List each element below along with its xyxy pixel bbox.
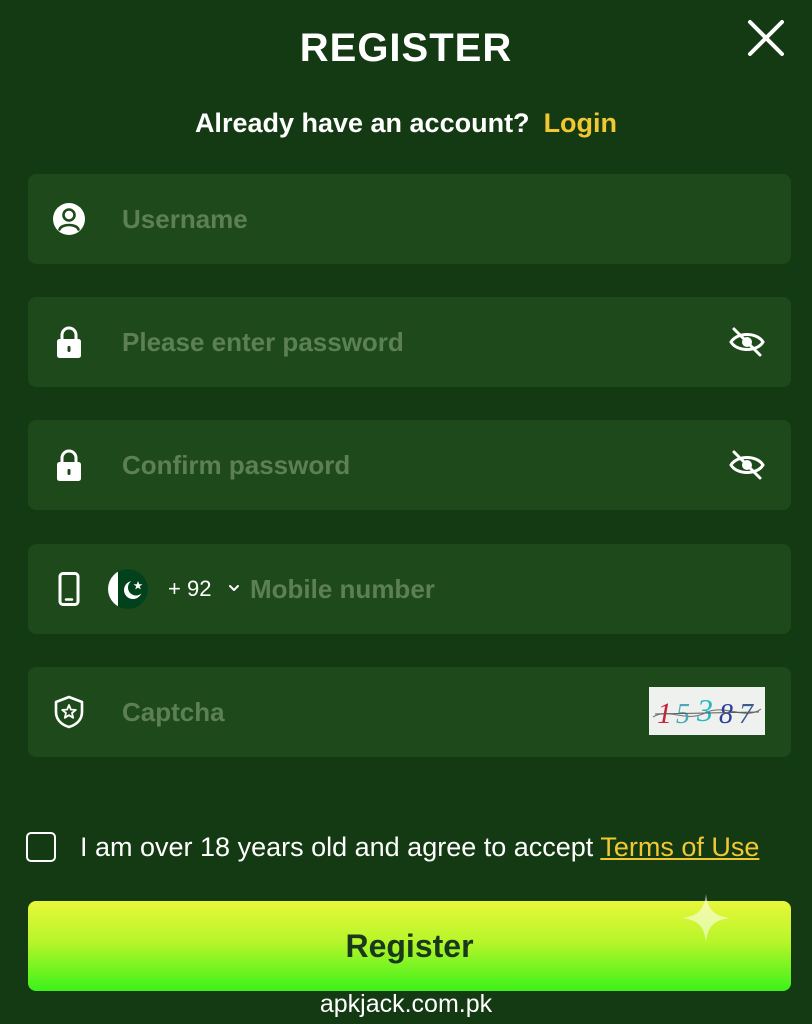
close-icon[interactable] — [744, 16, 788, 60]
terms-of-use-link[interactable]: Terms of Use — [600, 832, 759, 862]
captcha-image[interactable]: 1 5 3 8 7 — [649, 687, 765, 735]
eye-off-icon[interactable] — [729, 448, 765, 482]
watermark: apkjack.com.pk — [319, 990, 493, 1018]
chevron-down-icon[interactable] — [228, 582, 240, 594]
captcha-input[interactable] — [122, 667, 682, 757]
mobile-field: + 92 — [28, 544, 791, 634]
confirm-password-field — [28, 420, 791, 510]
country-code[interactable]: + 92 — [168, 544, 211, 634]
svg-text:5: 5 — [676, 699, 690, 730]
login-prompt: Already have an account? Login — [0, 108, 812, 139]
confirm-password-input[interactable] — [122, 420, 682, 510]
phone-icon — [58, 572, 80, 606]
svg-text:3: 3 — [696, 692, 713, 728]
pakistan-flag-icon[interactable] — [108, 569, 148, 609]
terms-checkbox[interactable] — [26, 832, 56, 862]
username-field — [28, 174, 791, 264]
captcha-field: 1 5 3 8 7 — [28, 667, 791, 757]
svg-text:7: 7 — [739, 699, 754, 730]
username-input[interactable] — [122, 174, 682, 264]
eye-off-icon[interactable] — [729, 325, 765, 359]
shield-star-icon — [54, 695, 84, 729]
password-field — [28, 297, 791, 387]
terms-row: I am over 18 years old and agree to acce… — [26, 830, 786, 870]
register-button[interactable]: Register — [28, 901, 791, 991]
password-input[interactable] — [122, 297, 682, 387]
user-icon — [53, 203, 85, 235]
svg-text:8: 8 — [719, 699, 733, 730]
mobile-input[interactable] — [250, 544, 730, 634]
lock-icon — [57, 326, 81, 358]
login-link[interactable]: Login — [544, 108, 617, 138]
login-prompt-text: Already have an account? — [194, 108, 530, 138]
terms-text: I am over 18 years old and agree to acce… — [80, 832, 601, 862]
terms-label: I am over 18 years old and agree to acce… — [80, 832, 759, 863]
lock-icon — [57, 449, 81, 481]
page-title: REGISTER — [299, 26, 513, 70]
